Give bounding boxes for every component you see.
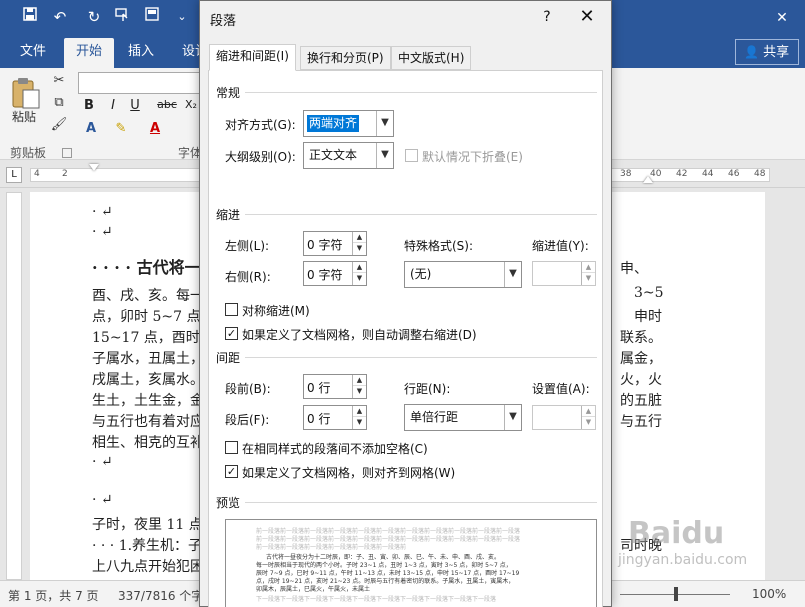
close-button[interactable]: ✕	[572, 5, 602, 29]
zoom-level[interactable]: 100%	[752, 587, 786, 601]
ribbon-tab-home[interactable]: 开始	[64, 38, 115, 68]
mirror-indents-checkbox[interactable]	[225, 303, 238, 316]
snap-to-grid-label: 如果定义了文档网格，则对齐到网格(W)	[242, 466, 456, 480]
bold-button[interactable]: B	[80, 98, 98, 113]
section-spacing: 间距	[216, 351, 241, 365]
touch-mode-icon[interactable]	[110, 6, 134, 28]
undo-icon[interactable]: ↶	[48, 6, 72, 28]
window-close-icon[interactable]: ✕	[759, 0, 805, 36]
spin-up-icon[interactable]: ▲	[353, 262, 366, 273]
auto-adjust-right-indent-label: 如果定义了文档网格，则自动调整右缩进(D)	[242, 328, 477, 342]
spin-up-icon[interactable]: ▲	[582, 406, 595, 417]
indent-left-label: 左侧(L):	[225, 239, 270, 253]
tab-line-page-breaks[interactable]: 换行和分页(P)	[300, 46, 391, 70]
spin-down-icon[interactable]: ▼	[353, 386, 366, 397]
customize-toolbar-icon[interactable]: ⌄	[170, 6, 194, 28]
chevron-down-icon: ▼	[376, 143, 393, 168]
paste-icon[interactable]	[10, 76, 42, 112]
right-indent-marker[interactable]	[643, 176, 653, 183]
line-spacing-label: 行距(N):	[404, 382, 451, 396]
document-heading: · · · · 古代将一	[92, 258, 201, 277]
paste-button[interactable]: 粘贴	[12, 108, 36, 125]
spacing-at-input[interactable]: ▲ ▼	[532, 405, 596, 430]
spin-down-icon[interactable]: ▼	[353, 273, 366, 284]
vertical-ruler	[6, 192, 22, 580]
spin-up-icon[interactable]: ▲	[353, 375, 366, 386]
redo-icon[interactable]: ↻	[82, 6, 106, 28]
spin-up-icon[interactable]: ▲	[582, 262, 595, 273]
spacing-after-input[interactable]: 0 行 ▲ ▼	[303, 405, 367, 430]
paragraph-preview: 前一段落前一段落前一段落前一段落前一段落前一段落前一段落前一段落前一段落前一段落…	[225, 519, 597, 607]
section-indentation: 缩进	[216, 208, 241, 222]
outline-level-label: 大纲级别(O):	[225, 150, 296, 164]
spacing-before-label: 段前(B):	[225, 382, 271, 396]
section-general: 常规	[216, 86, 241, 100]
word-count[interactable]: 337/7816 个字	[118, 587, 203, 604]
section-preview: 预览	[216, 496, 241, 510]
spin-up-icon[interactable]: ▲	[353, 406, 366, 417]
line-spacing-select[interactable]: 单倍行距 ▼	[404, 404, 522, 431]
alignment-select[interactable]: 两端对齐 ▼	[303, 110, 394, 137]
italic-button[interactable]: I	[104, 98, 122, 113]
no-space-same-style-checkbox[interactable]	[225, 441, 238, 454]
font-color-icon[interactable]: A	[146, 120, 164, 138]
text-effects-icon[interactable]: A	[82, 120, 100, 138]
format-painter-icon[interactable]: 🖌	[50, 116, 68, 134]
special-indent-label: 特殊格式(S):	[404, 239, 474, 253]
alignment-label: 对齐方式(G):	[225, 118, 296, 132]
indent-right-input[interactable]: 0 字符 ▲ ▼	[303, 261, 367, 286]
share-button[interactable]: 👤 共享	[735, 39, 799, 65]
collapse-by-default-label: 默认情况下折叠(E)	[422, 150, 523, 164]
chevron-down-icon: ▼	[504, 405, 521, 430]
spacing-before-input[interactable]: 0 行 ▲ ▼	[303, 374, 367, 399]
help-button[interactable]: ?	[537, 7, 557, 27]
ribbon-tab-insert[interactable]: 插入	[116, 38, 166, 68]
spin-down-icon[interactable]: ▼	[353, 417, 366, 428]
outline-level-select[interactable]: 正文文本 ▼	[303, 142, 394, 169]
subscript-button[interactable]: X₂	[182, 98, 200, 111]
print-layout-icon[interactable]	[140, 6, 164, 28]
cut-icon[interactable]: ✂	[50, 72, 68, 90]
spin-up-icon[interactable]: ▲	[353, 232, 366, 243]
spin-down-icon[interactable]: ▼	[353, 243, 366, 254]
paragraph-dialog: 段落 ? ✕ 缩进和间距(I) 换行和分页(P) 中文版式(H) 常规 对齐方式…	[199, 0, 612, 607]
vertical-scrollbar[interactable]	[772, 188, 805, 580]
indent-left-input[interactable]: 0 字符 ▲ ▼	[303, 231, 367, 256]
copy-icon[interactable]: ⧉	[50, 94, 68, 112]
ribbon-tab-file[interactable]: 文件	[8, 38, 58, 68]
spin-down-icon[interactable]: ▼	[582, 273, 595, 284]
indent-by-input[interactable]: ▲ ▼	[532, 261, 596, 286]
chevron-down-icon: ▼	[376, 111, 393, 136]
dialog-title: 段落	[210, 14, 237, 29]
highlight-icon[interactable]: ✎	[112, 120, 130, 138]
clipboard-launcher-icon[interactable]	[62, 148, 72, 158]
chevron-down-icon: ▼	[504, 262, 521, 287]
spacing-after-label: 段后(F):	[225, 413, 270, 427]
user-icon: 👤	[744, 45, 759, 59]
special-indent-select[interactable]: (无) ▼	[404, 261, 522, 288]
first-line-indent-marker[interactable]	[89, 164, 99, 171]
tab-indents-spacing[interactable]: 缩进和间距(I)	[209, 44, 296, 71]
indent-right-label: 右侧(R):	[225, 270, 271, 284]
no-space-same-style-label: 在相同样式的段落间不添加空格(C)	[242, 442, 428, 456]
collapse-by-default-checkbox[interactable]	[405, 149, 418, 162]
auto-adjust-right-indent-checkbox[interactable]: ✓	[225, 327, 238, 340]
indent-by-label: 缩进值(Y):	[532, 239, 589, 253]
underline-button[interactable]: U	[126, 98, 144, 113]
snap-to-grid-checkbox[interactable]: ✓	[225, 465, 238, 478]
font-name-input[interactable]	[78, 72, 202, 94]
strikethrough-button[interactable]: abc	[156, 98, 178, 111]
tab-selector[interactable]: L	[6, 167, 22, 183]
spacing-at-label: 设置值(A):	[532, 382, 590, 396]
indents-spacing-panel: 常规 对齐方式(G): 两端对齐 ▼ 大纲级别(O): 正文文本 ▼ 默认情况下…	[208, 70, 603, 607]
clipboard-group-label: 剪贴板	[10, 146, 47, 160]
spin-down-icon[interactable]: ▼	[582, 417, 595, 428]
tab-asian-typography[interactable]: 中文版式(H)	[391, 46, 472, 70]
zoom-slider-thumb[interactable]	[674, 587, 678, 601]
save-icon[interactable]	[18, 6, 42, 28]
mirror-indents-label: 对称缩进(M)	[242, 304, 310, 318]
page-count[interactable]: 第 1 页，共 7 页	[8, 587, 99, 604]
